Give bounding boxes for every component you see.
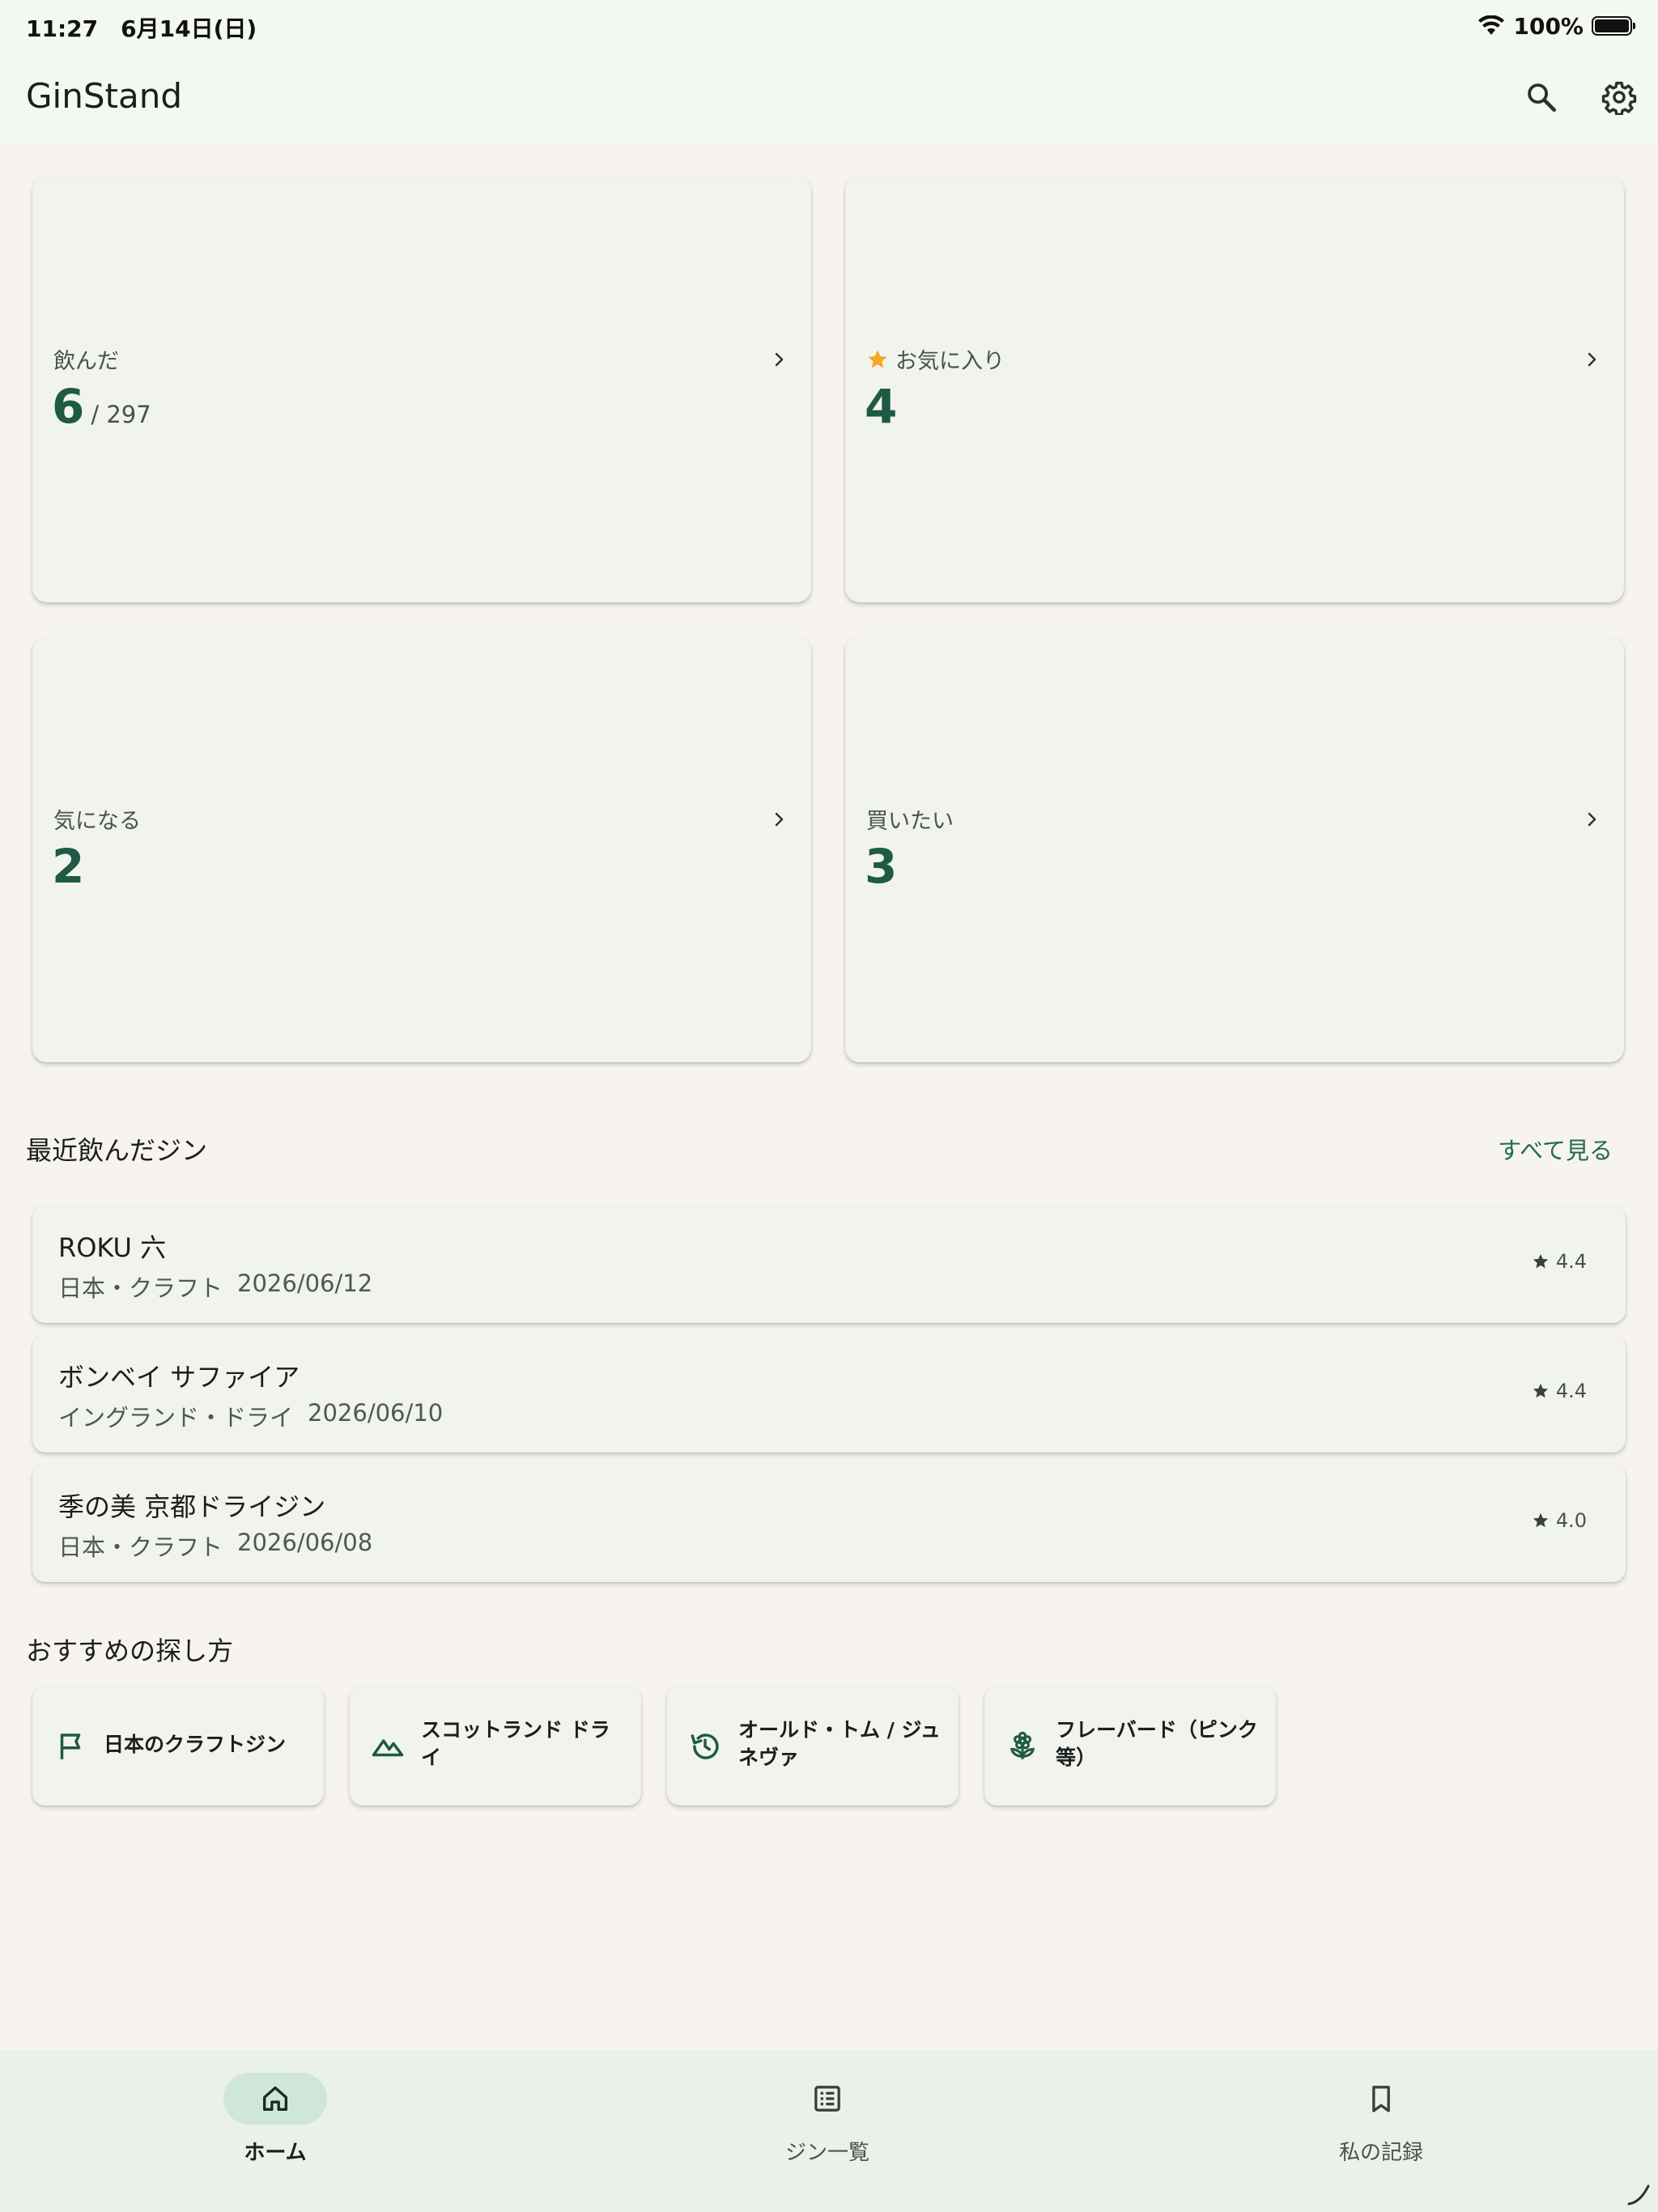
nav-item-gin-list[interactable]: ジン一覧 bbox=[729, 2073, 923, 2170]
recent-item-meta: イングランド・ドライ 2026/06/10 bbox=[58, 1399, 443, 1433]
recent-item[interactable]: ボンベイ サファイア イングランド・ドライ 2026/06/10 4.4 bbox=[32, 1334, 1626, 1453]
stat-value-row: 3 bbox=[865, 839, 897, 894]
stat-value: 4 bbox=[865, 379, 898, 434]
app-title: GinStand bbox=[26, 76, 182, 116]
nav-label: 私の記録 bbox=[1338, 2141, 1423, 2165]
nav-item-my-records[interactable]: 私の記録 bbox=[1282, 2073, 1477, 2170]
search-icon bbox=[1528, 83, 1557, 113]
star-icon bbox=[1533, 1253, 1548, 1269]
recommend-chip-japan-craft[interactable]: 日本のクラフトジン bbox=[32, 1686, 324, 1806]
recent-item-meta: 日本・クラフト 2026/06/12 bbox=[58, 1270, 372, 1304]
rating-value: 4.4 bbox=[1555, 1380, 1587, 1402]
recommend-label: スコットランド ドライ bbox=[421, 1718, 610, 1769]
recent-item[interactable]: 季の美 京都ドライジン 日本・クラフト 2026/06/08 4.0 bbox=[32, 1464, 1626, 1582]
recommend-chip-flavored[interactable]: フレーバード（ピンク等） bbox=[984, 1686, 1276, 1806]
rating-value: 4.4 bbox=[1555, 1250, 1587, 1273]
stat-card-interested[interactable]: 気になる 2 bbox=[32, 636, 811, 1062]
stat-value-row: 2 bbox=[52, 839, 84, 894]
stat-card-want-to-buy[interactable]: 買いたい 3 bbox=[845, 636, 1624, 1062]
nav-pill bbox=[1329, 2073, 1433, 2125]
chevron-right-icon bbox=[775, 352, 784, 367]
stat-value: 6 bbox=[52, 379, 85, 434]
app-bar: GinStand bbox=[0, 52, 1658, 143]
rating: 4.4 bbox=[1532, 1250, 1587, 1273]
nav-label: ジン一覧 bbox=[784, 2141, 869, 2165]
stat-label-text: 買いたい bbox=[866, 809, 954, 834]
chevron-right-icon bbox=[1588, 812, 1596, 827]
rating-value: 4.0 bbox=[1555, 1509, 1587, 1532]
nav-item-home[interactable]: ホーム bbox=[176, 2073, 371, 2170]
recent-item-date: 2026/06/10 bbox=[308, 1399, 444, 1427]
resize-handle-icon bbox=[1627, 2184, 1650, 2206]
landscape-icon bbox=[372, 1739, 404, 1757]
recent-item-category: 日本・クラフト bbox=[58, 1534, 223, 1561]
recent-item-name: 季の美 京都ドライジン bbox=[58, 1491, 326, 1522]
recommend-chip-old-tom[interactable]: オールド・トム / ジュネヴァ bbox=[667, 1686, 959, 1806]
stat-value-row: 6 / 297 bbox=[52, 379, 151, 434]
recommend-label: フレーバード（ピンク等） bbox=[1056, 1718, 1258, 1769]
chevron-right-icon bbox=[775, 812, 784, 827]
nav-label: ホーム bbox=[244, 2141, 307, 2165]
stat-label: 気になる bbox=[53, 803, 141, 835]
rating: 4.0 bbox=[1532, 1509, 1587, 1532]
battery-percent: 100% bbox=[1513, 12, 1584, 40]
history-icon bbox=[691, 1733, 719, 1759]
recent-item-meta: 日本・クラフト 2026/06/08 bbox=[58, 1529, 372, 1563]
search-button[interactable] bbox=[1519, 74, 1564, 120]
rating: 4.4 bbox=[1532, 1380, 1587, 1402]
see-all-link[interactable]: すべて見る bbox=[1498, 1132, 1613, 1166]
stat-value: 3 bbox=[865, 839, 898, 894]
recent-item-name: ボンベイ サファイア bbox=[58, 1362, 300, 1393]
star-icon bbox=[868, 349, 887, 368]
stat-label: お気に入り bbox=[866, 343, 1005, 375]
stat-value-row: 4 bbox=[865, 379, 897, 434]
recent-item-date: 2026/06/12 bbox=[237, 1270, 373, 1297]
settings-button[interactable] bbox=[1596, 74, 1642, 120]
section-title-recent: 最近飲んだジン bbox=[26, 1135, 208, 1166]
stat-label-text: 飲んだ bbox=[53, 349, 119, 374]
stat-card-drank[interactable]: 飲んだ 6 / 297 bbox=[32, 177, 811, 602]
wifi-icon bbox=[1478, 15, 1505, 35]
stat-label-text: 気になる bbox=[53, 809, 141, 834]
recommend-label: 日本のクラフトジン bbox=[104, 1733, 287, 1756]
stat-card-favorites[interactable]: お気に入り 4 bbox=[845, 177, 1624, 602]
status-time: 11:27 6月14日(日) bbox=[26, 15, 257, 42]
chevron-right-icon bbox=[1588, 352, 1596, 367]
recent-item-category: イングランド・ドライ bbox=[58, 1404, 294, 1431]
home-icon bbox=[263, 2087, 287, 2111]
recommend-chip-scotland-dry[interactable]: スコットランド ドライ bbox=[350, 1686, 641, 1806]
stat-label: 買いたい bbox=[866, 803, 954, 835]
recent-item-date: 2026/06/08 bbox=[237, 1529, 373, 1556]
flag-icon bbox=[60, 1733, 81, 1759]
stat-total: / 297 bbox=[91, 401, 151, 428]
stat-label: 飲んだ bbox=[53, 343, 119, 375]
section-title-recommend: おすすめの探し方 bbox=[26, 1636, 234, 1666]
recommend-label: オールド・トム / ジュネヴァ bbox=[738, 1718, 941, 1769]
gear-icon bbox=[1601, 81, 1637, 115]
star-icon bbox=[1533, 1512, 1548, 1528]
list-icon bbox=[814, 2086, 840, 2112]
flower-icon bbox=[1010, 1731, 1035, 1759]
bottom-navigation: ホーム ジン一覧 私の記録 bbox=[0, 2050, 1658, 2212]
battery-icon bbox=[1592, 16, 1635, 36]
status-right: 100% bbox=[1477, 11, 1635, 40]
recent-item[interactable]: ROKU 六 日本・クラフト 2026/06/12 4.4 bbox=[32, 1205, 1626, 1323]
stat-value: 2 bbox=[52, 839, 85, 894]
star-icon bbox=[1533, 1383, 1548, 1398]
recent-item-category: 日本・クラフト bbox=[58, 1274, 223, 1302]
stat-label-text: お気に入り bbox=[895, 349, 1005, 374]
bookmark-icon bbox=[1372, 2086, 1390, 2112]
recent-item-name: ROKU 六 bbox=[58, 1232, 167, 1263]
status-bar: 11:27 6月14日(日) 100% bbox=[0, 0, 1658, 52]
nav-pill bbox=[776, 2073, 879, 2125]
nav-pill bbox=[223, 2073, 327, 2125]
